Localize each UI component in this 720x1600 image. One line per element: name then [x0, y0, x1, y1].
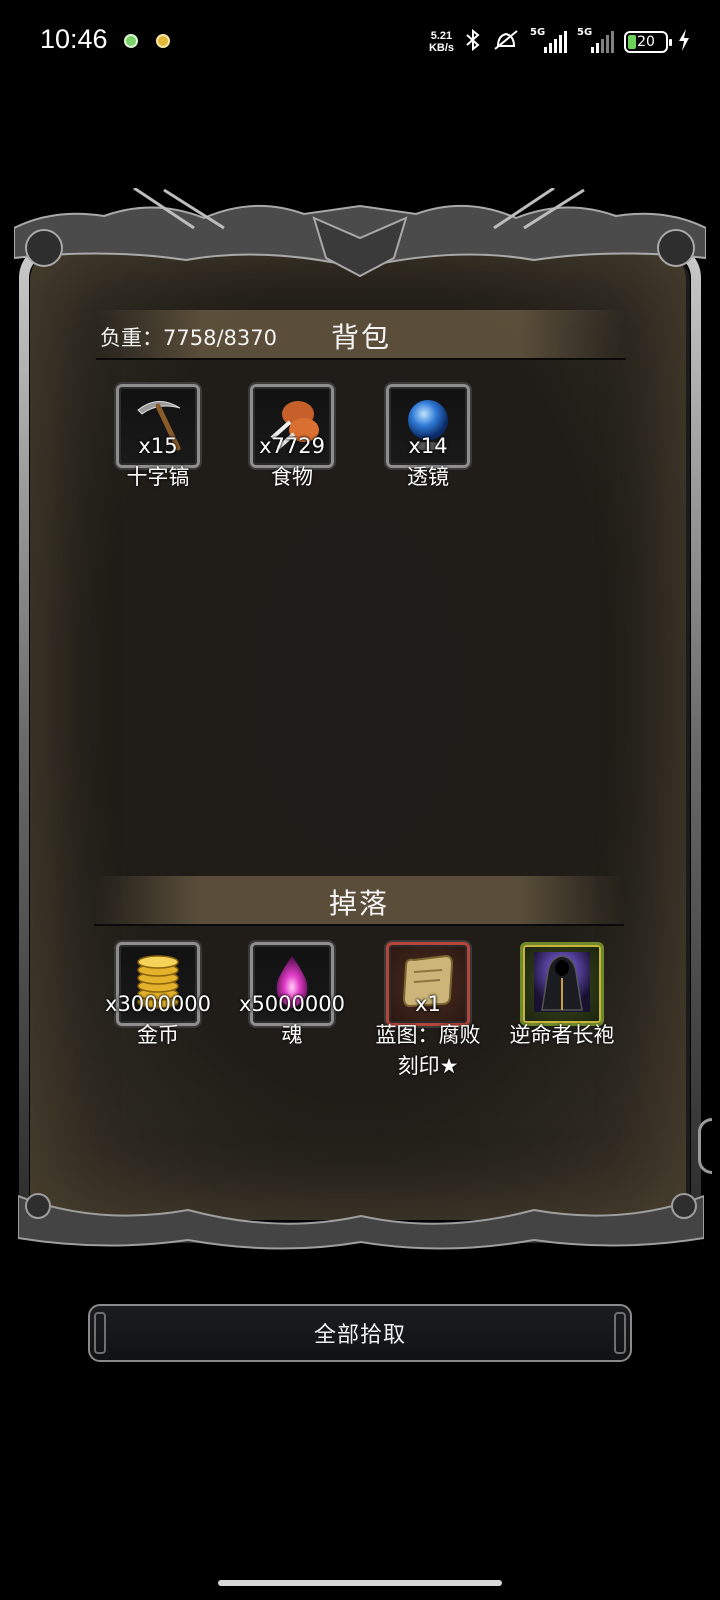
bottom-crest-ornament	[18, 1193, 704, 1250]
mute-icon	[492, 28, 520, 57]
wechat-notification-icon	[124, 34, 138, 48]
top-crest-ornament	[14, 188, 706, 278]
backpack-item-food[interactable]: x7729 食物	[250, 384, 334, 489]
backpack-title: 背包	[330, 321, 391, 354]
drop-item-blueprint[interactable]: x1 蓝图：腐败 刻印★	[376, 942, 481, 1078]
backpack-item-pickaxe[interactable]: x15 十字镐	[116, 384, 200, 489]
net-speed: 5.21 KB/s	[428, 30, 454, 54]
backpack-header: 负重：7758/8370 背包	[96, 310, 626, 360]
drops-header: 掉落	[94, 876, 624, 926]
pickup-all-button[interactable]: 全部拾取	[88, 1304, 632, 1362]
status-bar: 10:46 5.21 KB/s 5G 5G 20	[0, 0, 720, 84]
battery-indicator: 20	[624, 31, 672, 53]
app-notification-icon	[156, 34, 170, 48]
home-indicator[interactable]	[218, 1580, 502, 1586]
charging-icon	[678, 28, 690, 56]
drop-item-robe[interactable]: 逆命者长袍	[510, 942, 615, 1047]
backpack-item-lens[interactable]: x14 透镜	[386, 384, 470, 489]
bluetooth-icon	[464, 28, 482, 57]
drop-item-gold[interactable]: x3000000 金币	[105, 942, 211, 1047]
clock: 10:46	[40, 24, 108, 54]
status-icons: 5.21 KB/s 5G 5G 20	[429, 26, 690, 58]
edge-swipe-handle[interactable]	[698, 1118, 712, 1174]
drops-title: 掉落	[328, 887, 389, 920]
signal-5g-1: 5G	[530, 27, 567, 53]
signal-5g-2: 5G	[577, 27, 614, 53]
drop-item-soul[interactable]: x5000000 魂	[239, 942, 345, 1047]
robe-icon	[534, 952, 590, 1012]
